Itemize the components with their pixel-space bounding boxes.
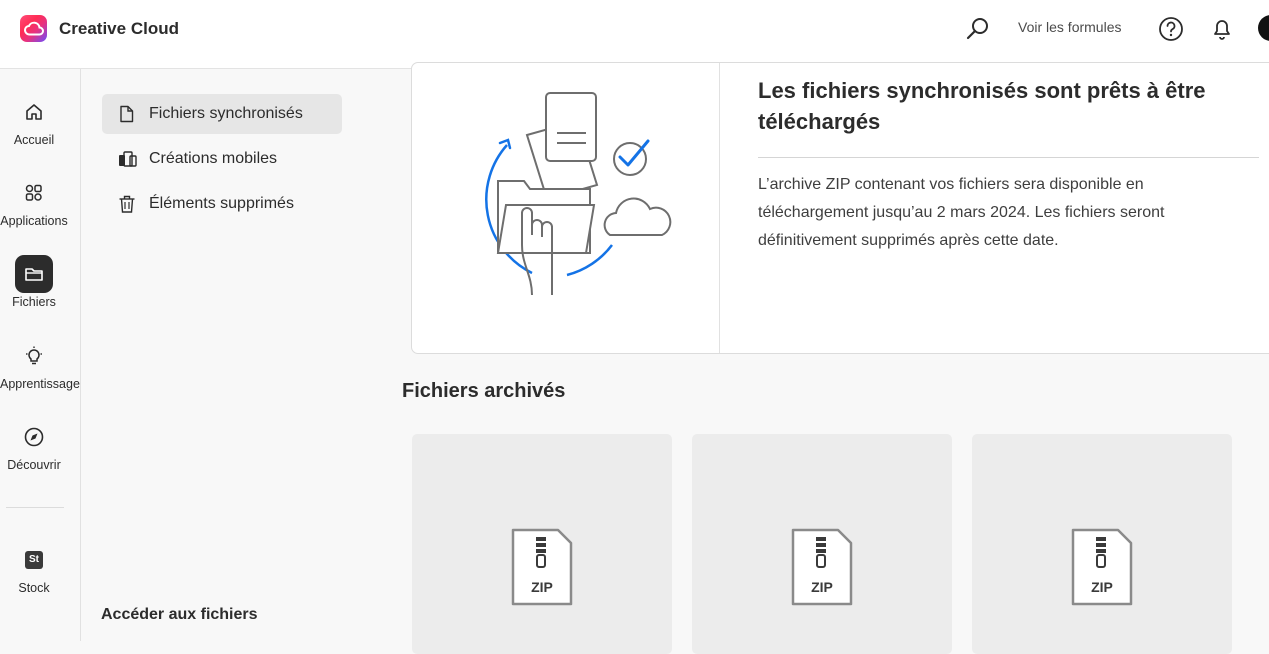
rail-item-fichiers[interactable]: Fichiers [0, 255, 68, 309]
nav-item-elements-supprimes[interactable]: Éléments supprimés [102, 184, 342, 224]
zip-file-icon: ZIP [1070, 527, 1134, 607]
sync-download-illustration [485, 92, 672, 296]
rail-label: Découvrir [7, 458, 61, 472]
nav-item-creations-mobiles[interactable]: Créations mobiles [102, 139, 342, 179]
card-divider [719, 63, 720, 353]
compass-icon [15, 418, 53, 456]
trash-icon [119, 195, 135, 213]
nav-item-label: Éléments supprimés [149, 195, 294, 212]
rail-item-decouvrir[interactable]: Découvrir [0, 418, 68, 472]
top-bar: Creative Cloud Voir les formules [0, 0, 1269, 69]
app-title: Creative Cloud [59, 19, 179, 38]
files-nav: Fichiers synchronisés Créations mobiles … [81, 69, 381, 641]
zip-file-icon: ZIP [790, 527, 854, 607]
archived-file-tile[interactable]: ZIP [972, 434, 1232, 654]
rail-item-apprentissage[interactable]: Apprentissage [0, 337, 80, 391]
card-description: L’archive ZIP contenant vos fichiers ser… [758, 176, 1165, 249]
nav-item-label: Créations mobiles [149, 150, 278, 167]
stock-badge: St [25, 551, 43, 569]
rail-item-stock[interactable]: St Stock [0, 541, 68, 595]
rail-item-applications[interactable]: Applications [0, 174, 68, 228]
stock-icon: St [15, 541, 53, 579]
folder-icon [15, 255, 53, 293]
nav-item-fichiers-synchronises[interactable]: Fichiers synchronisés [102, 94, 342, 134]
card-separator [758, 157, 1259, 158]
access-files-heading[interactable]: Accéder aux fichiers [101, 606, 258, 624]
zip-file-icon: ZIP [510, 527, 574, 607]
rail-divider [6, 507, 64, 508]
nav-item-label: Fichiers synchronisés [149, 105, 303, 122]
search-icon[interactable] [964, 15, 992, 43]
rail-label: Fichiers [12, 295, 56, 309]
lightbulb-icon [15, 337, 53, 375]
apps-icon [15, 174, 53, 212]
archived-file-tile[interactable]: ZIP [692, 434, 952, 654]
left-rail: Accueil Applications Fichiers Apprentiss… [0, 69, 81, 641]
help-icon[interactable] [1157, 15, 1185, 43]
zip-label: ZIP [1091, 579, 1113, 595]
zip-label: ZIP [811, 579, 833, 595]
rail-item-accueil[interactable]: Accueil [0, 93, 68, 147]
creative-cloud-logo-icon[interactable] [20, 15, 47, 42]
document-icon [120, 105, 134, 123]
rail-label: Applications [0, 214, 68, 228]
rail-label: Accueil [13, 133, 55, 147]
plans-link[interactable]: Voir les formules [1018, 19, 1121, 35]
card-title: Les fichiers synchronisés sont prêts à ê… [758, 78, 1206, 134]
notifications-bell-icon[interactable] [1208, 15, 1236, 43]
rail-label: Apprentissage [0, 377, 80, 391]
archived-files-title: Fichiers archivés [402, 380, 566, 402]
home-icon [15, 93, 53, 131]
avatar[interactable] [1258, 15, 1269, 41]
sync-ready-card: Les fichiers synchronisés sont prêts à ê… [411, 62, 1269, 354]
zip-label: ZIP [531, 579, 553, 595]
mobile-creations-icon [119, 151, 137, 167]
rail-label: Stock [18, 581, 50, 595]
archived-file-tile[interactable]: ZIP [412, 434, 672, 654]
